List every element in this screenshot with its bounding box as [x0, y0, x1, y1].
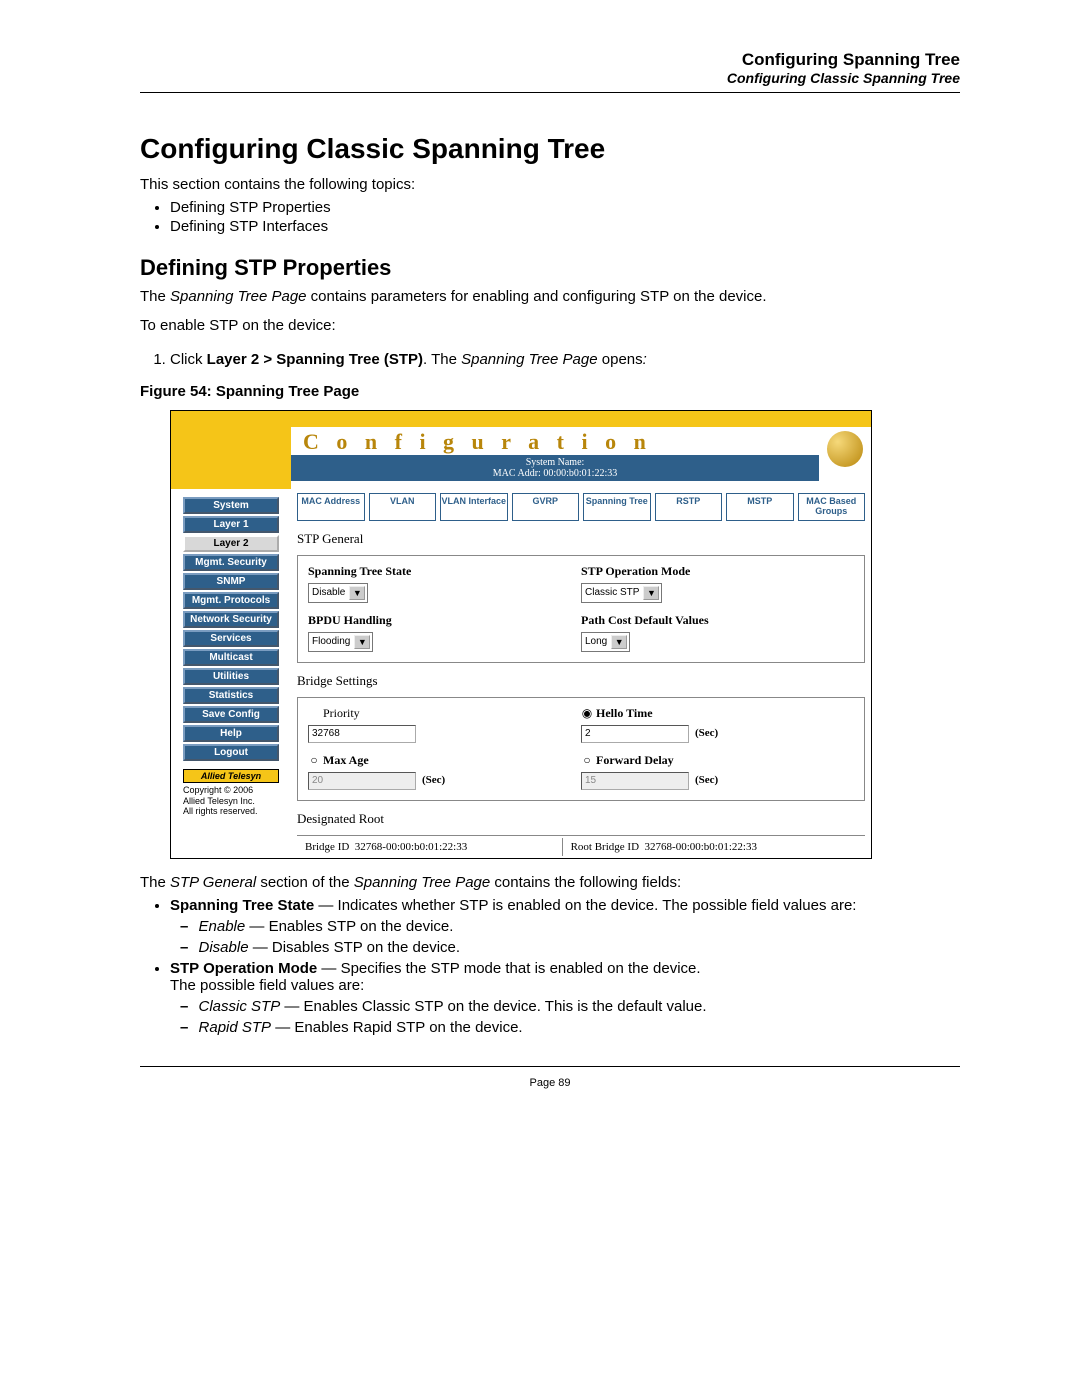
header-rule: [140, 92, 960, 93]
value-root-bridge-id: 32768-00:00:b0:01:22:33: [645, 841, 757, 853]
brand-stripe: [171, 411, 871, 427]
input-hello-time[interactable]: 2: [581, 725, 689, 743]
tab-rstp[interactable]: RSTP: [655, 493, 723, 521]
chevron-down-icon: ▼: [611, 635, 627, 649]
tab-mac-address[interactable]: MAC Address: [297, 493, 365, 521]
header-line1: Configuring Spanning Tree: [140, 50, 960, 70]
chevron-down-icon: ▼: [349, 586, 365, 600]
brand-logo: [819, 427, 871, 471]
header-line2: Configuring Classic Spanning Tree: [140, 70, 960, 86]
sidebar-item-multicast[interactable]: Multicast: [183, 649, 279, 666]
sidebar-item-layer2[interactable]: Layer 2: [183, 535, 279, 552]
field-list: Spanning Tree State — Indicates whether …: [140, 897, 960, 1036]
sidebar-item-help[interactable]: Help: [183, 725, 279, 742]
select-spanning-tree-state[interactable]: Disable▼: [308, 583, 368, 603]
radio-forward-delay[interactable]: ○ Forward Delay: [581, 753, 854, 768]
header-left-block: [171, 427, 291, 489]
radio-max-age[interactable]: ○ Max Age: [308, 753, 581, 768]
sidebar-item-snmp[interactable]: SNMP: [183, 573, 279, 590]
sidebar-item-logout[interactable]: Logout: [183, 744, 279, 761]
page-title: Configuring Classic Spanning Tree: [140, 133, 960, 165]
figure-caption: Figure 54: Spanning Tree Page: [140, 383, 960, 400]
section-heading: Defining STP Properties: [140, 255, 960, 281]
tab-mstp[interactable]: MSTP: [726, 493, 794, 521]
tab-mac-based-groups[interactable]: MAC Based Groups: [798, 493, 866, 521]
value-bridge-id: 32768-00:00:b0:01:22:33: [355, 841, 467, 853]
system-info: System Name: MAC Addr: 00:00:b0:01:22:33: [291, 455, 819, 481]
input-forward-delay[interactable]: 15: [581, 772, 689, 790]
paragraph: The Spanning Tree Page contains paramete…: [140, 287, 960, 307]
section-designated-root: Designated Root: [297, 811, 865, 827]
section-bridge-settings: Bridge Settings: [297, 673, 865, 689]
input-priority[interactable]: 32768: [308, 725, 416, 743]
step-item: Click Layer 2 > Spanning Tree (STP). The…: [170, 351, 960, 368]
radio-hello-time[interactable]: ◉ Hello Time: [581, 706, 854, 721]
topic-list: Defining STP Properties Defining STP Int…: [140, 199, 960, 235]
globe-icon: [827, 431, 863, 467]
sidebar-item-network-security[interactable]: Network Security: [183, 611, 279, 628]
running-header: Configuring Spanning Tree Configuring Cl…: [140, 50, 960, 86]
screenshot-spanning-tree: C o n f i g u r a t i o n System Name: M…: [170, 410, 872, 859]
main-panel: MAC Address VLAN VLAN Interface GVRP Spa…: [291, 489, 871, 858]
label-spanning-tree-state: Spanning Tree State: [308, 564, 581, 579]
topic-item: Defining STP Interfaces: [170, 218, 960, 235]
label-stp-operation-mode: STP Operation Mode: [581, 564, 854, 579]
input-max-age[interactable]: 20: [308, 772, 416, 790]
field-value-list: Classic STP — Enables Classic STP on the…: [170, 998, 960, 1036]
vendor-logo: Allied Telesyn: [183, 769, 279, 783]
field-item: STP Operation Mode — Specifies the STP m…: [170, 960, 960, 1036]
sidebar-item-save-config[interactable]: Save Config: [183, 706, 279, 723]
app-title: C o n f i g u r a t i o n: [291, 427, 819, 455]
label-path-cost: Path Cost Default Values: [581, 613, 854, 628]
paragraph: The STP General section of the Spanning …: [140, 873, 960, 893]
sidebar-item-mgmt-security[interactable]: Mgmt. Security: [183, 554, 279, 571]
tab-spanning-tree[interactable]: Spanning Tree: [583, 493, 651, 521]
field-value-item: Rapid STP — Enables Rapid STP on the dev…: [180, 1019, 960, 1036]
tab-vlan-interface[interactable]: VLAN Interface: [440, 493, 508, 521]
page-number: Page 89: [140, 1077, 960, 1089]
chevron-down-icon: ▼: [354, 635, 370, 649]
paragraph: To enable STP on the device:: [140, 316, 960, 336]
select-stp-operation-mode[interactable]: Classic STP▼: [581, 583, 662, 603]
chevron-down-icon: ▼: [643, 586, 659, 600]
label-priority: ○ Priority: [308, 706, 581, 721]
app-header: C o n f i g u r a t i o n System Name: M…: [171, 427, 871, 489]
panel-designated-root: Bridge ID 32768-00:00:b0:01:22:33 Root B…: [297, 835, 865, 858]
section-stp-general: STP General: [297, 531, 865, 547]
field-value-list: Enable — Enables STP on the device. Disa…: [170, 918, 960, 956]
topic-item: Defining STP Properties: [170, 199, 960, 216]
sidebar-item-services[interactable]: Services: [183, 630, 279, 647]
label-root-bridge-id: Root Bridge ID: [571, 841, 639, 853]
copyright: Copyright © 2006 Allied Telesyn Inc. All…: [183, 785, 279, 817]
field-value-item: Disable — Disables STP on the device.: [180, 939, 960, 956]
panel-stp-general: Spanning Tree State Disable▼ STP Operati…: [297, 555, 865, 663]
sidebar-item-statistics[interactable]: Statistics: [183, 687, 279, 704]
label-bpdu-handling: BPDU Handling: [308, 613, 581, 628]
field-value-item: Classic STP — Enables Classic STP on the…: [180, 998, 960, 1015]
field-item: Spanning Tree State — Indicates whether …: [170, 897, 960, 956]
sidebar-item-system[interactable]: System: [183, 497, 279, 514]
sidebar-item-utilities[interactable]: Utilities: [183, 668, 279, 685]
label-bridge-id: Bridge ID: [305, 841, 349, 853]
tab-gvrp[interactable]: GVRP: [512, 493, 580, 521]
footer-rule: [140, 1066, 960, 1067]
field-value-item: Enable — Enables STP on the device.: [180, 918, 960, 935]
select-path-cost[interactable]: Long▼: [581, 632, 630, 652]
panel-bridge-settings: ○ Priority 32768 ◉ Hello Time 2(Sec) ○ M…: [297, 697, 865, 801]
step-list: Click Layer 2 > Spanning Tree (STP). The…: [140, 351, 960, 368]
sidebar-item-mgmt-protocols[interactable]: Mgmt. Protocols: [183, 592, 279, 609]
tab-vlan[interactable]: VLAN: [369, 493, 437, 521]
sidebar-item-layer1[interactable]: Layer 1: [183, 516, 279, 533]
intro-text: This section contains the following topi…: [140, 175, 960, 195]
tab-row: MAC Address VLAN VLAN Interface GVRP Spa…: [297, 493, 865, 521]
sidebar: System Layer 1 Layer 2 Mgmt. Security SN…: [171, 489, 291, 858]
select-bpdu-handling[interactable]: Flooding▼: [308, 632, 373, 652]
